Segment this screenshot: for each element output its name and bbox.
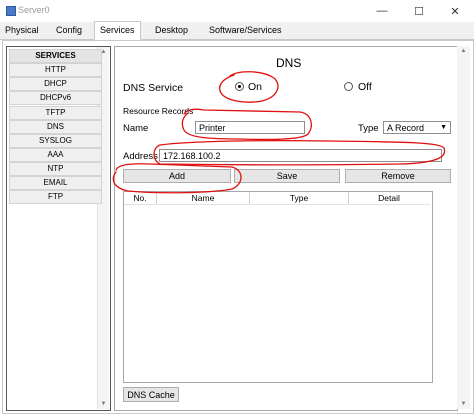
- dns-cache-button[interactable]: DNS Cache: [123, 387, 179, 402]
- close-icon[interactable]: ✕: [438, 0, 472, 22]
- sidebar-item-http[interactable]: HTTP: [9, 63, 102, 77]
- column-header-detail[interactable]: Detail: [349, 193, 429, 204]
- sidebar-item-aaa[interactable]: AAA: [9, 148, 102, 162]
- records-table: [123, 191, 433, 383]
- dns-heading: DNS: [276, 56, 302, 70]
- type-select-value: A Record: [387, 123, 425, 133]
- tab-desktop[interactable]: Desktop: [150, 23, 193, 38]
- type-label: Type: [358, 123, 379, 134]
- column-header-type[interactable]: Type: [250, 193, 348, 204]
- save-button[interactable]: Save: [234, 169, 340, 183]
- remove-button[interactable]: Remove: [345, 169, 451, 183]
- sidebar-header: SERVICES: [9, 49, 102, 63]
- dns-off-radio[interactable]: [344, 82, 353, 91]
- tab-physical[interactable]: Physical: [0, 23, 44, 38]
- address-field[interactable]: 172.168.100.2: [159, 149, 442, 162]
- table-header-divider: [124, 204, 430, 205]
- radio-selected-dot: [238, 85, 241, 88]
- sidebar-item-dhcp[interactable]: DHCP: [9, 77, 102, 91]
- address-label: Address: [123, 151, 158, 162]
- name-label: Name: [123, 123, 149, 134]
- sidebar-item-syslog[interactable]: SYSLOG: [9, 134, 102, 148]
- dns-on-label: On: [248, 81, 263, 93]
- dns-service-label: DNS Service: [123, 82, 184, 94]
- scroll-down-icon[interactable]: ▼: [457, 399, 470, 409]
- dropdown-arrow-icon: ▼: [440, 124, 447, 131]
- resource-records-label: Resource Records: [123, 106, 194, 116]
- sidebar-item-dns[interactable]: DNS: [9, 120, 102, 134]
- column-header-no[interactable]: No.: [124, 193, 156, 204]
- minimize-icon[interactable]: —: [365, 0, 399, 22]
- sidebar-item-email[interactable]: EMAIL: [9, 176, 102, 190]
- app-icon: [6, 6, 16, 16]
- dns-on-radio[interactable]: [235, 82, 244, 91]
- tab-services[interactable]: Services: [94, 21, 141, 40]
- scroll-down-icon[interactable]: ▼: [98, 399, 109, 409]
- main-scrollbar[interactable]: ▲ ▼: [457, 46, 470, 409]
- sidebar-item-tftp[interactable]: TFTP: [9, 106, 102, 120]
- sidebar-item-ntp[interactable]: NTP: [9, 162, 102, 176]
- scroll-up-icon[interactable]: ▲: [457, 46, 470, 56]
- add-button[interactable]: Add: [123, 169, 231, 183]
- maximize-icon[interactable]: ☐: [402, 0, 436, 22]
- dns-off-label: Off: [358, 81, 372, 93]
- sidebar-item-dhcpv6[interactable]: DHCPv6: [9, 91, 102, 105]
- tab-config[interactable]: Config: [51, 23, 87, 38]
- window-title: Server0: [18, 5, 50, 15]
- name-field[interactable]: Printer: [195, 121, 305, 134]
- sidebar-item-ftp[interactable]: FTP: [9, 190, 102, 204]
- tab-software-services[interactable]: Software/Services: [204, 23, 287, 38]
- type-select[interactable]: A Record ▼: [383, 121, 451, 134]
- column-header-name[interactable]: Name: [157, 193, 249, 204]
